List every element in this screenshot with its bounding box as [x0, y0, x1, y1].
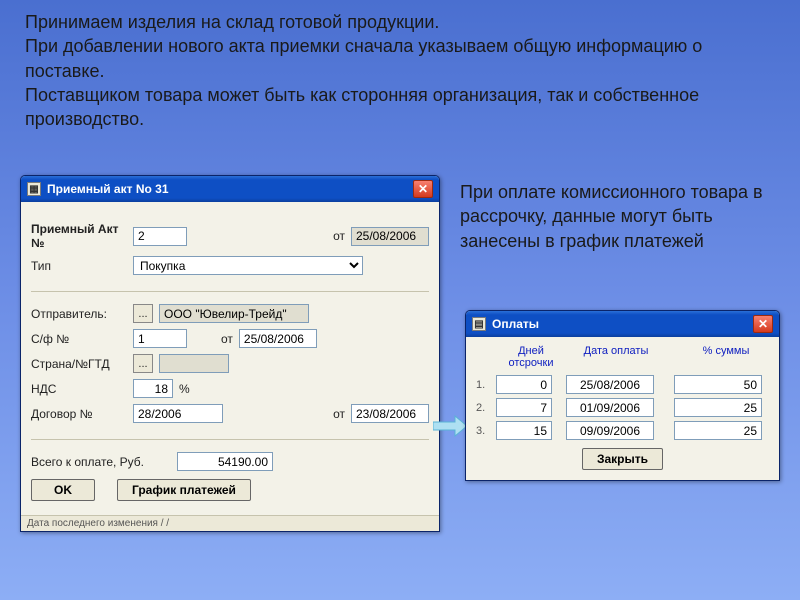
days-field[interactable]	[496, 375, 552, 394]
arrow-icon	[433, 415, 467, 437]
ok-button[interactable]: OK	[31, 479, 95, 501]
payments-window: ▤ Оплаты ✕ Дней отсрочки Дата оплаты % с…	[465, 310, 780, 481]
label-total: Всего к оплате, Руб.	[31, 455, 171, 469]
close-button[interactable]: Закрыть	[582, 448, 663, 470]
row-index: 2.	[476, 402, 496, 414]
contract-date-field[interactable]	[351, 404, 429, 423]
slide-paragraph-1: Принимаем изделия на склад готовой проду…	[25, 10, 765, 131]
close-icon[interactable]: ✕	[753, 315, 773, 333]
row-index: 3.	[476, 425, 496, 437]
label-act-no: Приемный Акт №	[31, 222, 127, 250]
country-lookup-button[interactable]: ...	[133, 354, 153, 373]
payment-row: 3.	[476, 421, 769, 440]
sender-lookup-button[interactable]: ...	[133, 304, 153, 323]
label-vat: НДС	[31, 382, 127, 396]
payments-header: Дней отсрочки Дата оплаты % суммы	[476, 345, 769, 369]
app-icon: ▤	[472, 317, 486, 331]
row-index: 1.	[476, 379, 496, 391]
label-sf-no: С/ф №	[31, 332, 127, 346]
window-title: Приемный акт No 31	[47, 182, 413, 196]
sf-no-field[interactable]	[133, 329, 187, 348]
titlebar: ▤ Оплаты ✕	[466, 311, 779, 337]
col-days: Дней отсрочки	[496, 345, 566, 369]
pct-field[interactable]	[674, 375, 762, 394]
days-field[interactable]	[496, 398, 552, 417]
label-from-3: от	[333, 407, 345, 421]
type-select[interactable]: Покупка	[133, 256, 363, 275]
days-field[interactable]	[496, 421, 552, 440]
vat-pct: %	[179, 382, 190, 396]
label-from-2: от	[221, 332, 233, 346]
sf-date-field[interactable]	[239, 329, 317, 348]
total-field[interactable]	[177, 452, 273, 471]
vat-field[interactable]	[133, 379, 173, 398]
date-field[interactable]	[566, 375, 654, 394]
label-type: Тип	[31, 259, 127, 273]
col-date: Дата оплаты	[566, 345, 666, 369]
statusbar: Дата последнего изменения / /	[21, 515, 439, 531]
sender-field	[159, 304, 309, 323]
label-country-gtd: Страна/№ГТД	[31, 357, 127, 371]
window-body: Приемный Акт № от Тип Покупка Отправител…	[21, 202, 439, 515]
contract-no-field[interactable]	[133, 404, 223, 423]
slide-paragraph-2: При оплате комиссионного товара в рассро…	[460, 180, 780, 253]
date-field[interactable]	[566, 398, 654, 417]
pct-field[interactable]	[674, 398, 762, 417]
date-field[interactable]	[566, 421, 654, 440]
schedule-button[interactable]: График платежей	[117, 479, 251, 501]
label-from-1: от	[333, 229, 345, 243]
app-icon: ▦	[27, 182, 41, 196]
payment-row: 1.	[476, 375, 769, 394]
country-field[interactable]	[159, 354, 229, 373]
titlebar: ▦ Приемный акт No 31 ✕	[21, 176, 439, 202]
receipt-act-window: ▦ Приемный акт No 31 ✕ Приемный Акт № от…	[20, 175, 440, 532]
window-body: Дней отсрочки Дата оплаты % суммы 1. 2. …	[466, 337, 779, 480]
window-title: Оплаты	[492, 317, 753, 331]
label-contract: Договор №	[31, 407, 127, 421]
act-date-field[interactable]	[351, 227, 429, 246]
act-no-field[interactable]	[133, 227, 187, 246]
col-pct: % суммы	[676, 345, 776, 369]
close-icon[interactable]: ✕	[413, 180, 433, 198]
label-sender: Отправитель:	[31, 307, 127, 321]
pct-field[interactable]	[674, 421, 762, 440]
payment-row: 2.	[476, 398, 769, 417]
